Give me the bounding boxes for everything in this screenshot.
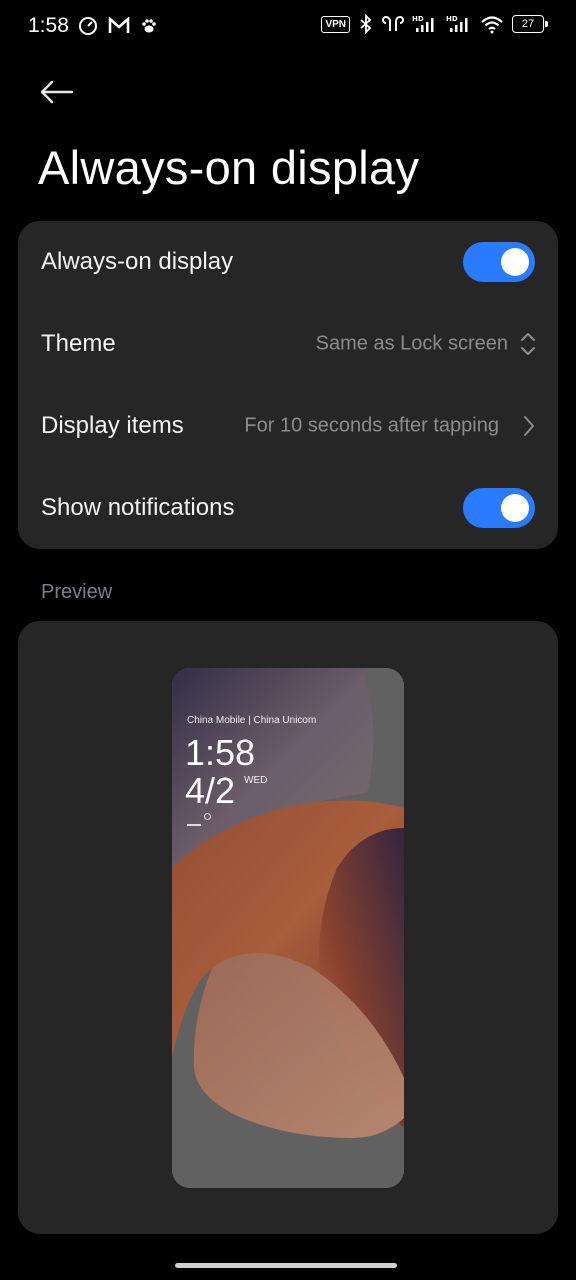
- status-bar: 1:58 VPN HD HD 27: [0, 0, 576, 54]
- always-on-display-label: Always-on display: [41, 248, 234, 275]
- phone-preview[interactable]: China Mobile | China Unicom 1:58 4/2 WED: [172, 668, 404, 1188]
- bluetooth-icon: [360, 14, 372, 34]
- earbuds-icon: [382, 16, 404, 31]
- back-button[interactable]: [38, 74, 82, 110]
- home-indicator[interactable]: [175, 1263, 397, 1268]
- hd-signal-icon: HD: [412, 15, 434, 32]
- paw-icon: [142, 19, 156, 33]
- toggle-knob: [501, 494, 529, 522]
- battery-dash-icon: [187, 824, 201, 826]
- display-items-row[interactable]: Display items For 10 seconds after tappi…: [18, 385, 558, 467]
- back-arrow-icon: [40, 80, 74, 104]
- toggle-knob: [501, 248, 529, 276]
- svg-text:HD: HD: [412, 15, 424, 23]
- display-items-label: Display items: [41, 412, 184, 439]
- page-title: Always-on display: [38, 141, 420, 194]
- preview-date: 4/2: [185, 770, 236, 811]
- speedometer-icon: [79, 17, 97, 35]
- preview-section-label: Preview: [41, 581, 113, 603]
- show-notifications-toggle[interactable]: [463, 488, 535, 528]
- always-on-display-row[interactable]: Always-on display: [18, 221, 558, 303]
- svg-text:HD: HD: [446, 15, 458, 23]
- show-notifications-label: Show notifications: [41, 494, 235, 521]
- settings-card: Always-on display Theme Same as Lock scr…: [18, 221, 558, 549]
- charging-dot-icon: [204, 813, 211, 820]
- theme-row[interactable]: Theme Same as Lock screen: [18, 303, 558, 385]
- preview-time: 1:58: [185, 732, 256, 773]
- hd-signal-icon: HD: [446, 15, 468, 32]
- battery-icon: 27: [512, 15, 548, 33]
- show-notifications-row[interactable]: Show notifications: [18, 467, 558, 549]
- theme-value: Same as Lock screen: [315, 332, 508, 355]
- preview-weekday: WED: [244, 775, 268, 786]
- vpn-icon: VPN: [321, 15, 350, 33]
- status-time: 1:58: [28, 14, 69, 37]
- gmail-icon: [108, 17, 130, 33]
- display-items-value: For 10 seconds after tapping: [244, 414, 499, 437]
- chevron-right-icon: [524, 416, 534, 436]
- chevron-up-down-icon: [521, 333, 535, 355]
- preview-card: China Mobile | China Unicom 1:58 4/2 WED: [18, 621, 558, 1234]
- wifi-icon: [481, 16, 503, 34]
- always-on-display-toggle[interactable]: [463, 242, 535, 282]
- theme-label: Theme: [41, 330, 116, 357]
- preview-carrier: China Mobile | China Unicom: [187, 715, 317, 726]
